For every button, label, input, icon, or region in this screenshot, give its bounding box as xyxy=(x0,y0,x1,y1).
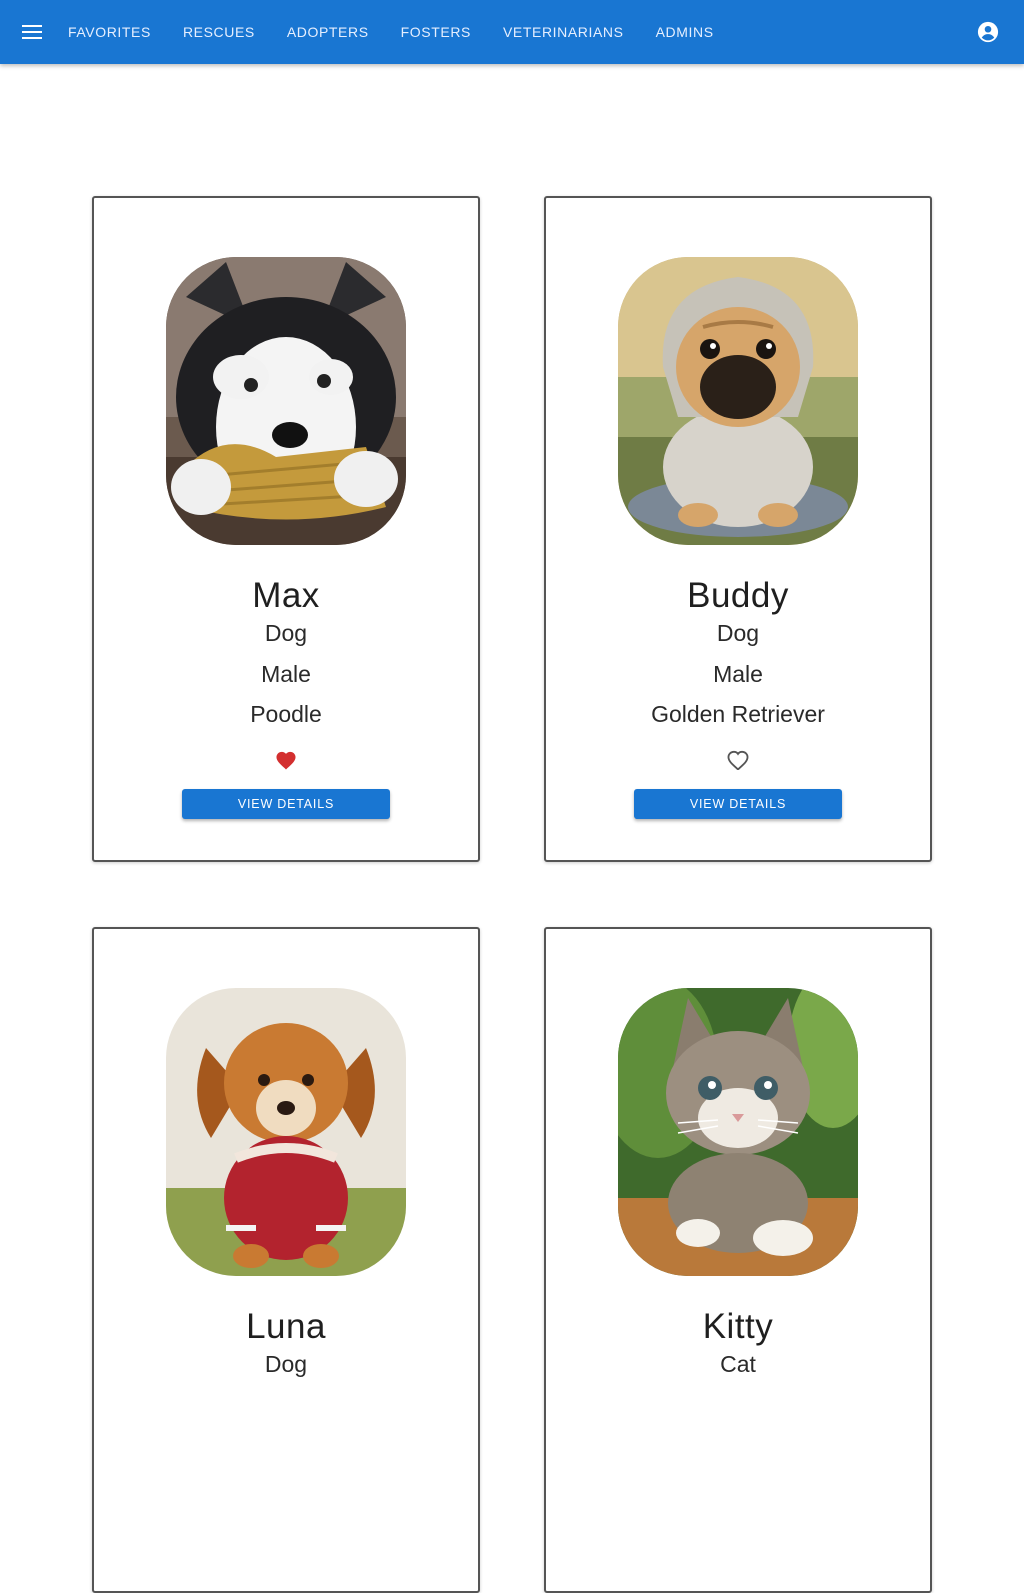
pet-gender: Male xyxy=(713,661,763,687)
app-bar: FAVORITES RESCUES ADOPTERS FOSTERS VETER… xyxy=(0,0,1024,64)
main-nav: FAVORITES RESCUES ADOPTERS FOSTERS VETER… xyxy=(64,0,730,64)
account-circle-icon xyxy=(977,21,999,43)
favorite-button[interactable] xyxy=(272,746,300,774)
pet-species: Dog xyxy=(716,620,760,646)
nav-admins[interactable]: ADMINS xyxy=(640,0,730,64)
pet-species: Dog xyxy=(264,1351,308,1377)
nav-rescues[interactable]: RESCUES xyxy=(167,0,271,64)
tabby-kitten-photo xyxy=(618,988,858,1276)
pet-gender: Male xyxy=(261,661,311,687)
pet-species: Cat xyxy=(720,1351,756,1377)
golden-puppy-photo xyxy=(166,988,406,1276)
pet-card: Luna Dog xyxy=(92,927,480,1593)
nav-adopters[interactable]: ADOPTERS xyxy=(271,0,385,64)
account-button[interactable] xyxy=(972,16,1004,48)
pet-breed: Poodle xyxy=(250,701,322,727)
pet-photo xyxy=(618,988,858,1276)
pet-card: Kitty Cat xyxy=(544,927,932,1593)
husky-puppy-photo xyxy=(166,257,406,545)
pug-puppy-photo xyxy=(618,257,858,545)
nav-fosters[interactable]: FOSTERS xyxy=(385,0,487,64)
pet-photo xyxy=(618,257,858,545)
pet-species: Dog xyxy=(264,620,308,646)
heart-outline-icon xyxy=(727,750,749,770)
pet-photo xyxy=(166,988,406,1276)
pet-photo xyxy=(166,257,406,545)
menu-icon xyxy=(22,25,42,39)
nav-veterinarians[interactable]: VETERINARIANS xyxy=(487,0,640,64)
pet-name: Kitty xyxy=(702,1307,774,1346)
pet-breed: Golden Retriever xyxy=(651,701,825,727)
pet-card: Max Dog Male Poodle VIEW DETAILS xyxy=(92,196,480,862)
favorite-button[interactable] xyxy=(724,746,752,774)
pet-name: Luna xyxy=(246,1307,326,1346)
menu-button[interactable] xyxy=(0,0,64,64)
view-details-button[interactable]: VIEW DETAILS xyxy=(182,789,390,819)
nav-favorites[interactable]: FAVORITES xyxy=(64,0,167,64)
pet-card: Buddy Dog Male Golden Retriever VIEW DET… xyxy=(544,196,932,862)
view-details-button[interactable]: VIEW DETAILS xyxy=(634,789,842,819)
pet-name: Max xyxy=(252,576,320,615)
heart-filled-icon xyxy=(276,751,296,770)
pet-name: Buddy xyxy=(687,576,789,615)
